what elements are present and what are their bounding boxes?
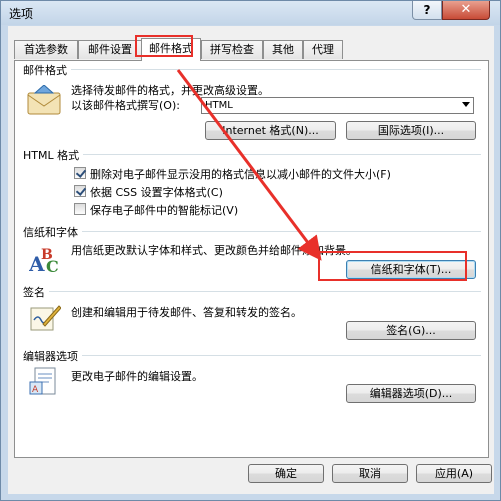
tab-mail-setup[interactable]: 邮件设置	[78, 40, 142, 59]
editor-description: 更改电子邮件的编辑设置。	[71, 370, 203, 383]
svg-text:C: C	[46, 257, 59, 273]
css-font-checkbox[interactable]	[74, 185, 86, 197]
international-options-button[interactable]: 国际选项(I)...	[346, 121, 476, 140]
compose-format-label: 以该邮件格式撰写(O):	[71, 99, 180, 112]
signature-pen-icon	[30, 305, 61, 331]
chevron-down-icon	[462, 102, 470, 107]
section-divider	[23, 355, 481, 356]
section-divider	[23, 231, 481, 232]
section-divider	[23, 69, 481, 70]
signature-section-title: 签名	[23, 284, 49, 300]
window-title: 选项	[9, 7, 34, 21]
title-bar[interactable]: 选项 ? ✕	[1, 1, 500, 25]
signature-button[interactable]: 签名(G)...	[346, 321, 476, 340]
editor-section-title: 编辑器选项	[23, 348, 82, 364]
tab-preferences[interactable]: 首选参数	[14, 40, 78, 59]
tab-strip: 首选参数 邮件设置 邮件格式 拼写检查 其他 代理	[14, 38, 484, 61]
compose-format-select[interactable]: HTML	[201, 97, 474, 114]
tab-mail-format[interactable]: 邮件格式	[141, 38, 201, 61]
mail-format-section-title: 邮件格式	[23, 62, 71, 78]
cancel-button[interactable]: 取消	[332, 464, 408, 483]
css-font-label: 依据 CSS 设置字体格式(C)	[90, 186, 223, 199]
ok-button[interactable]: 确定	[248, 464, 324, 483]
close-button[interactable]: ✕	[442, 1, 490, 20]
section-divider	[23, 291, 481, 292]
strip-formatting-checkbox[interactable]	[74, 167, 86, 179]
tab-other[interactable]: 其他	[263, 40, 303, 59]
help-button[interactable]: ?	[412, 1, 442, 20]
html-format-section-title: HTML 格式	[23, 147, 84, 163]
signature-description: 创建和编辑用于待发邮件、答复和转发的签名。	[71, 306, 302, 319]
tab-panel-mail-format: 邮件格式 选择待发邮件的格式，并更改高级设置。 以该邮件格式撰写(O): HTM…	[14, 60, 489, 458]
options-dialog: 选项 ? ✕ 首选参数 邮件设置 邮件格式 拼写检查 其他 代理 邮件格式 选择…	[0, 0, 501, 501]
tab-spelling[interactable]: 拼写检查	[201, 40, 263, 59]
font-abc-icon: A B C	[29, 247, 59, 273]
compose-format-value: HTML	[205, 100, 233, 111]
editor-options-button[interactable]: 编辑器选项(D)...	[346, 384, 476, 403]
dialog-client: 首选参数 邮件设置 邮件格式 拼写检查 其他 代理 邮件格式 选择待发邮件的格式…	[8, 26, 494, 494]
svg-text:A: A	[32, 385, 39, 395]
smart-tags-checkbox[interactable]	[74, 203, 86, 215]
editor-document-icon: A	[29, 367, 56, 395]
apply-button[interactable]: 应用(A)	[416, 464, 492, 483]
stationery-fonts-button[interactable]: 信纸和字体(T)...	[346, 260, 476, 279]
smart-tags-label: 保存电子邮件中的智能标记(V)	[90, 204, 239, 217]
tab-delegates[interactable]: 代理	[303, 40, 343, 59]
strip-formatting-label: 删除对电子邮件显示没用的格式信息以减小邮件的文件大小(F)	[90, 168, 391, 181]
mail-format-description: 选择待发邮件的格式，并更改高级设置。	[71, 84, 269, 97]
stationery-section-title: 信纸和字体	[23, 224, 82, 240]
internet-format-button[interactable]: Internet 格式(N)...	[205, 121, 336, 140]
stationery-description: 用信纸更改默认字体和样式、更改颜色并给邮件添加背景。	[71, 244, 357, 257]
section-divider	[23, 154, 481, 155]
envelope-icon	[27, 85, 61, 115]
